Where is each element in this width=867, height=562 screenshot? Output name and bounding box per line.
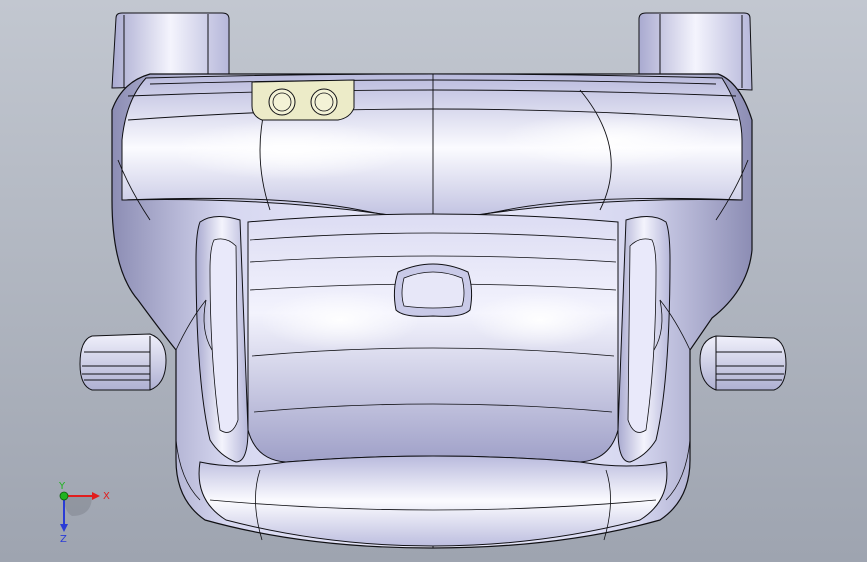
- graphics-viewport[interactable]: X Y Z: [0, 0, 867, 562]
- seat-highlight: [470, 292, 610, 348]
- upper-highlight: [170, 120, 410, 180]
- z-axis-head: [60, 524, 68, 532]
- y-axis-label: Y: [58, 482, 66, 492]
- cad-model-view[interactable]: [0, 0, 867, 562]
- orientation-triad[interactable]: X Y Z: [48, 482, 118, 544]
- mount-plate[interactable]: [251, 79, 355, 121]
- y-axis-dot: [59, 491, 69, 501]
- triad-shadow: [64, 496, 92, 516]
- left-side-pad[interactable]: [79, 333, 167, 391]
- right-side-pad[interactable]: [699, 335, 787, 391]
- upper-highlight: [500, 112, 720, 168]
- center-grip-handle[interactable]: [393, 263, 473, 317]
- x-axis-label: X: [103, 491, 110, 502]
- x-axis-head: [92, 492, 100, 500]
- z-axis-label: Z: [60, 534, 67, 544]
